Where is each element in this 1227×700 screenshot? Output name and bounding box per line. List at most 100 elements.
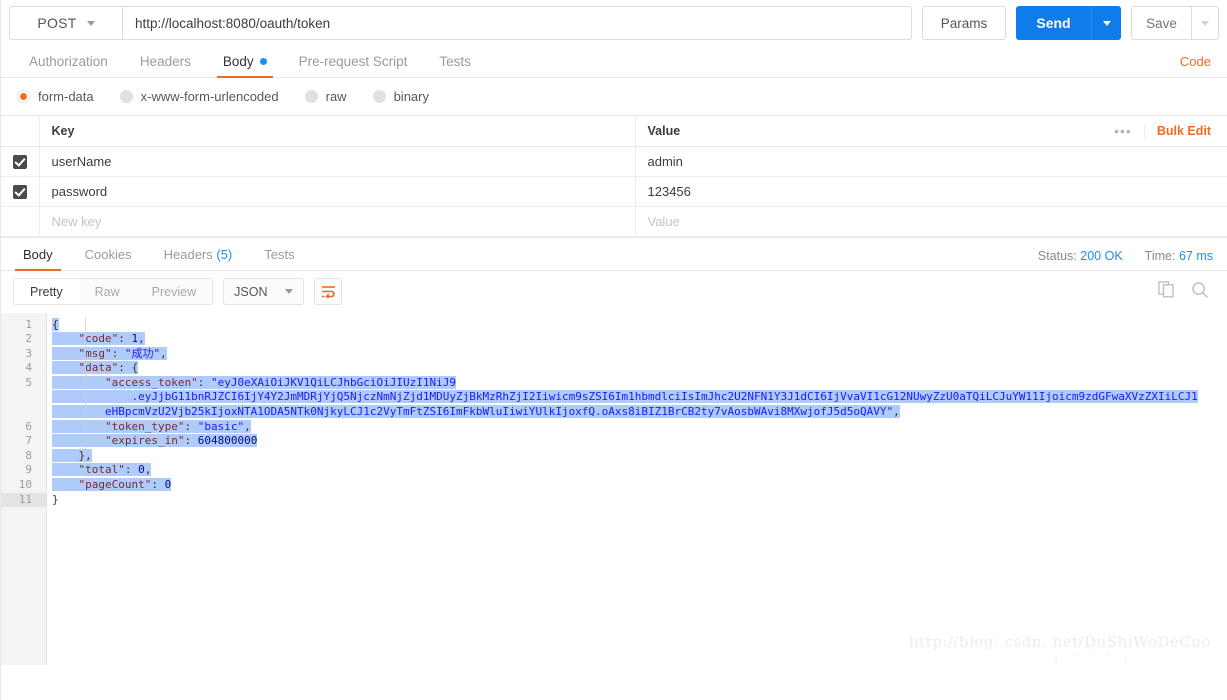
row-key[interactable]: userName (39, 146, 636, 177)
save-button[interactable]: Save (1131, 6, 1191, 40)
row-checkbox-cell[interactable] (1, 176, 40, 207)
json-value-access-token-line3: eHBpcmVzU2Vjb25kIjoxNTA1ODA5NTk0NjkyLCJ1… (104, 405, 887, 419)
radio-unselected-icon (119, 90, 133, 103)
table-header-check (1, 116, 40, 147)
tab-pre-request-script[interactable]: Pre-request Script (283, 54, 424, 77)
row-checkbox-cell[interactable] (1, 146, 40, 177)
row-value[interactable]: 123456 (635, 176, 1227, 207)
code-line: "code": 1, (47, 332, 1227, 347)
table-row[interactable]: userName admin (1, 146, 1227, 177)
line-number: 2 (25, 332, 32, 346)
url-input[interactable] (122, 6, 912, 40)
radio-raw[interactable]: raw (304, 89, 347, 104)
code-line: "token_type": "basic", (47, 419, 1227, 435)
view-mode-segmented-control: Pretty Raw Preview (13, 278, 214, 305)
tab-body[interactable]: Body (207, 54, 283, 78)
table-row-new[interactable]: New key Value (1, 206, 1227, 237)
checkbox-checked-icon[interactable] (12, 154, 27, 169)
word-wrap-button[interactable] (314, 278, 343, 305)
response-tab-tests[interactable]: Tests (248, 247, 310, 270)
copy-button[interactable] (1158, 281, 1175, 298)
send-button-group: Send (1016, 6, 1121, 40)
json-value-msg-wrap: "成功" (124, 346, 161, 360)
code-line: "access_token": "eyJ0eXAiOiJKV1QiLCJhbGc… (47, 375, 1227, 391)
response-tools (1158, 281, 1209, 299)
code-line: } (52, 492, 59, 506)
body-type-radio-group: form-data x-www-form-urlencoded raw bina… (1, 78, 1227, 116)
time-value: 67 ms (1178, 248, 1213, 263)
tab-label: Tests (264, 246, 295, 262)
radio-form-data[interactable]: form-data (17, 89, 94, 104)
tab-authorization[interactable]: Authorization (13, 54, 124, 77)
table-row[interactable]: password 123456 (1, 176, 1227, 207)
row-value[interactable]: admin (635, 146, 1227, 177)
radio-unselected-icon (304, 90, 318, 103)
code-line: .eyJjbG11bnRJZCI6IjY4Y2JmMDRjYjQ5NjczNmN… (47, 390, 1227, 405)
row-value-placeholder[interactable]: Value (635, 206, 1227, 237)
more-options-icon[interactable]: ••• (1102, 124, 1145, 138)
send-options-button[interactable] (1091, 6, 1121, 40)
radio-binary[interactable]: binary (372, 89, 429, 104)
line-number: 4 (25, 361, 32, 375)
tab-label: Tests (439, 54, 471, 69)
search-button[interactable] (1191, 281, 1209, 299)
params-label: Params (940, 15, 988, 31)
row-key-placeholder[interactable]: New key (39, 206, 636, 237)
save-options-button[interactable] (1191, 6, 1219, 40)
params-button[interactable]: Params (922, 6, 1006, 40)
view-mode-raw[interactable]: Raw (78, 279, 136, 304)
table-header-value-label: Value (647, 123, 681, 138)
response-format-selector[interactable]: JSON (223, 278, 305, 305)
line-number: 7 (25, 434, 32, 448)
view-mode-pretty[interactable]: Pretty (14, 279, 79, 304)
tab-tests[interactable]: Tests (423, 54, 487, 77)
line-number: 6 (25, 419, 32, 433)
line-number-active: 11 (1, 492, 46, 508)
code-line: "expires_in": 604800000 (47, 434, 1227, 449)
line-number: 3 (25, 346, 32, 360)
code-line: "pageCount": 0 (47, 478, 1227, 493)
row-key[interactable]: password (39, 176, 636, 207)
code-link[interactable]: Code (1180, 54, 1211, 69)
time-badge: Time: 67 ms (1145, 249, 1213, 263)
radio-selected-icon (17, 90, 30, 103)
chevron-down-icon (1102, 20, 1111, 26)
request-tabs: Authorization Headers Body Pre-request S… (1, 46, 1227, 78)
tab-headers[interactable]: Headers (124, 54, 207, 77)
tab-label: Body (222, 54, 254, 69)
http-method-selector[interactable]: POST (9, 6, 122, 40)
row-checkbox-cell[interactable] (1, 206, 40, 237)
json-value-total: 0 (138, 463, 145, 477)
response-view-toolbar: Pretty Raw Preview JSON (1, 271, 1227, 313)
send-button[interactable]: Send (1016, 6, 1091, 40)
bulk-edit-button[interactable]: Bulk Edit (1145, 124, 1227, 138)
checkbox-checked-icon[interactable] (12, 184, 27, 199)
response-body-viewer[interactable]: 1 2 3 4 5 6 7 8 9 10 11 { "code": 1, "ms… (1, 312, 1227, 665)
code-line: eHBpcmVzU2Vjb25kIjoxNTA1ODA5NTk0NjkyLCJ1… (47, 405, 1227, 420)
status-value: 200 OK (1080, 248, 1123, 263)
table-actions: ••• Bulk Edit (1102, 116, 1227, 146)
radio-x-www-form-urlencoded[interactable]: x-www-form-urlencoded (119, 89, 279, 104)
line-number: 10 (18, 478, 32, 492)
chevron-down-icon (86, 20, 95, 26)
status-badge: Status: 200 OK (1038, 249, 1123, 263)
watermark-text-secondary: ( ˇ ˇ ˇ ) (1054, 652, 1131, 665)
json-value-msg: 成功 (131, 346, 154, 360)
form-data-table: Key Value userName admin password 123456… (1, 116, 1227, 237)
code-line: "total": 0, (47, 463, 1227, 478)
http-method-label: POST (37, 15, 77, 31)
json-code[interactable]: { "code": 1, "msg": "成功", "data": { "acc… (47, 312, 1227, 665)
line-number: 8 (25, 448, 32, 462)
response-tab-body[interactable]: Body (7, 247, 69, 271)
status-label: Status: (1037, 248, 1077, 263)
response-tab-headers[interactable]: Headers (5) (148, 247, 249, 270)
json-value-access-token-line2: .eyJjbG11bnRJZCI6IjY4Y2JmMDRjYjQ5NjczNmN… (131, 390, 1198, 404)
response-tab-cookies[interactable]: Cookies (69, 247, 148, 270)
radio-label: raw (325, 89, 347, 104)
line-number: 5 (25, 375, 32, 389)
code-line: { (52, 317, 59, 331)
view-mode-preview[interactable]: Preview (135, 279, 213, 304)
save-button-group: Save (1131, 6, 1219, 40)
time-label: Time: (1144, 248, 1176, 263)
vertical-scrollbar[interactable] (1223, 312, 1227, 665)
